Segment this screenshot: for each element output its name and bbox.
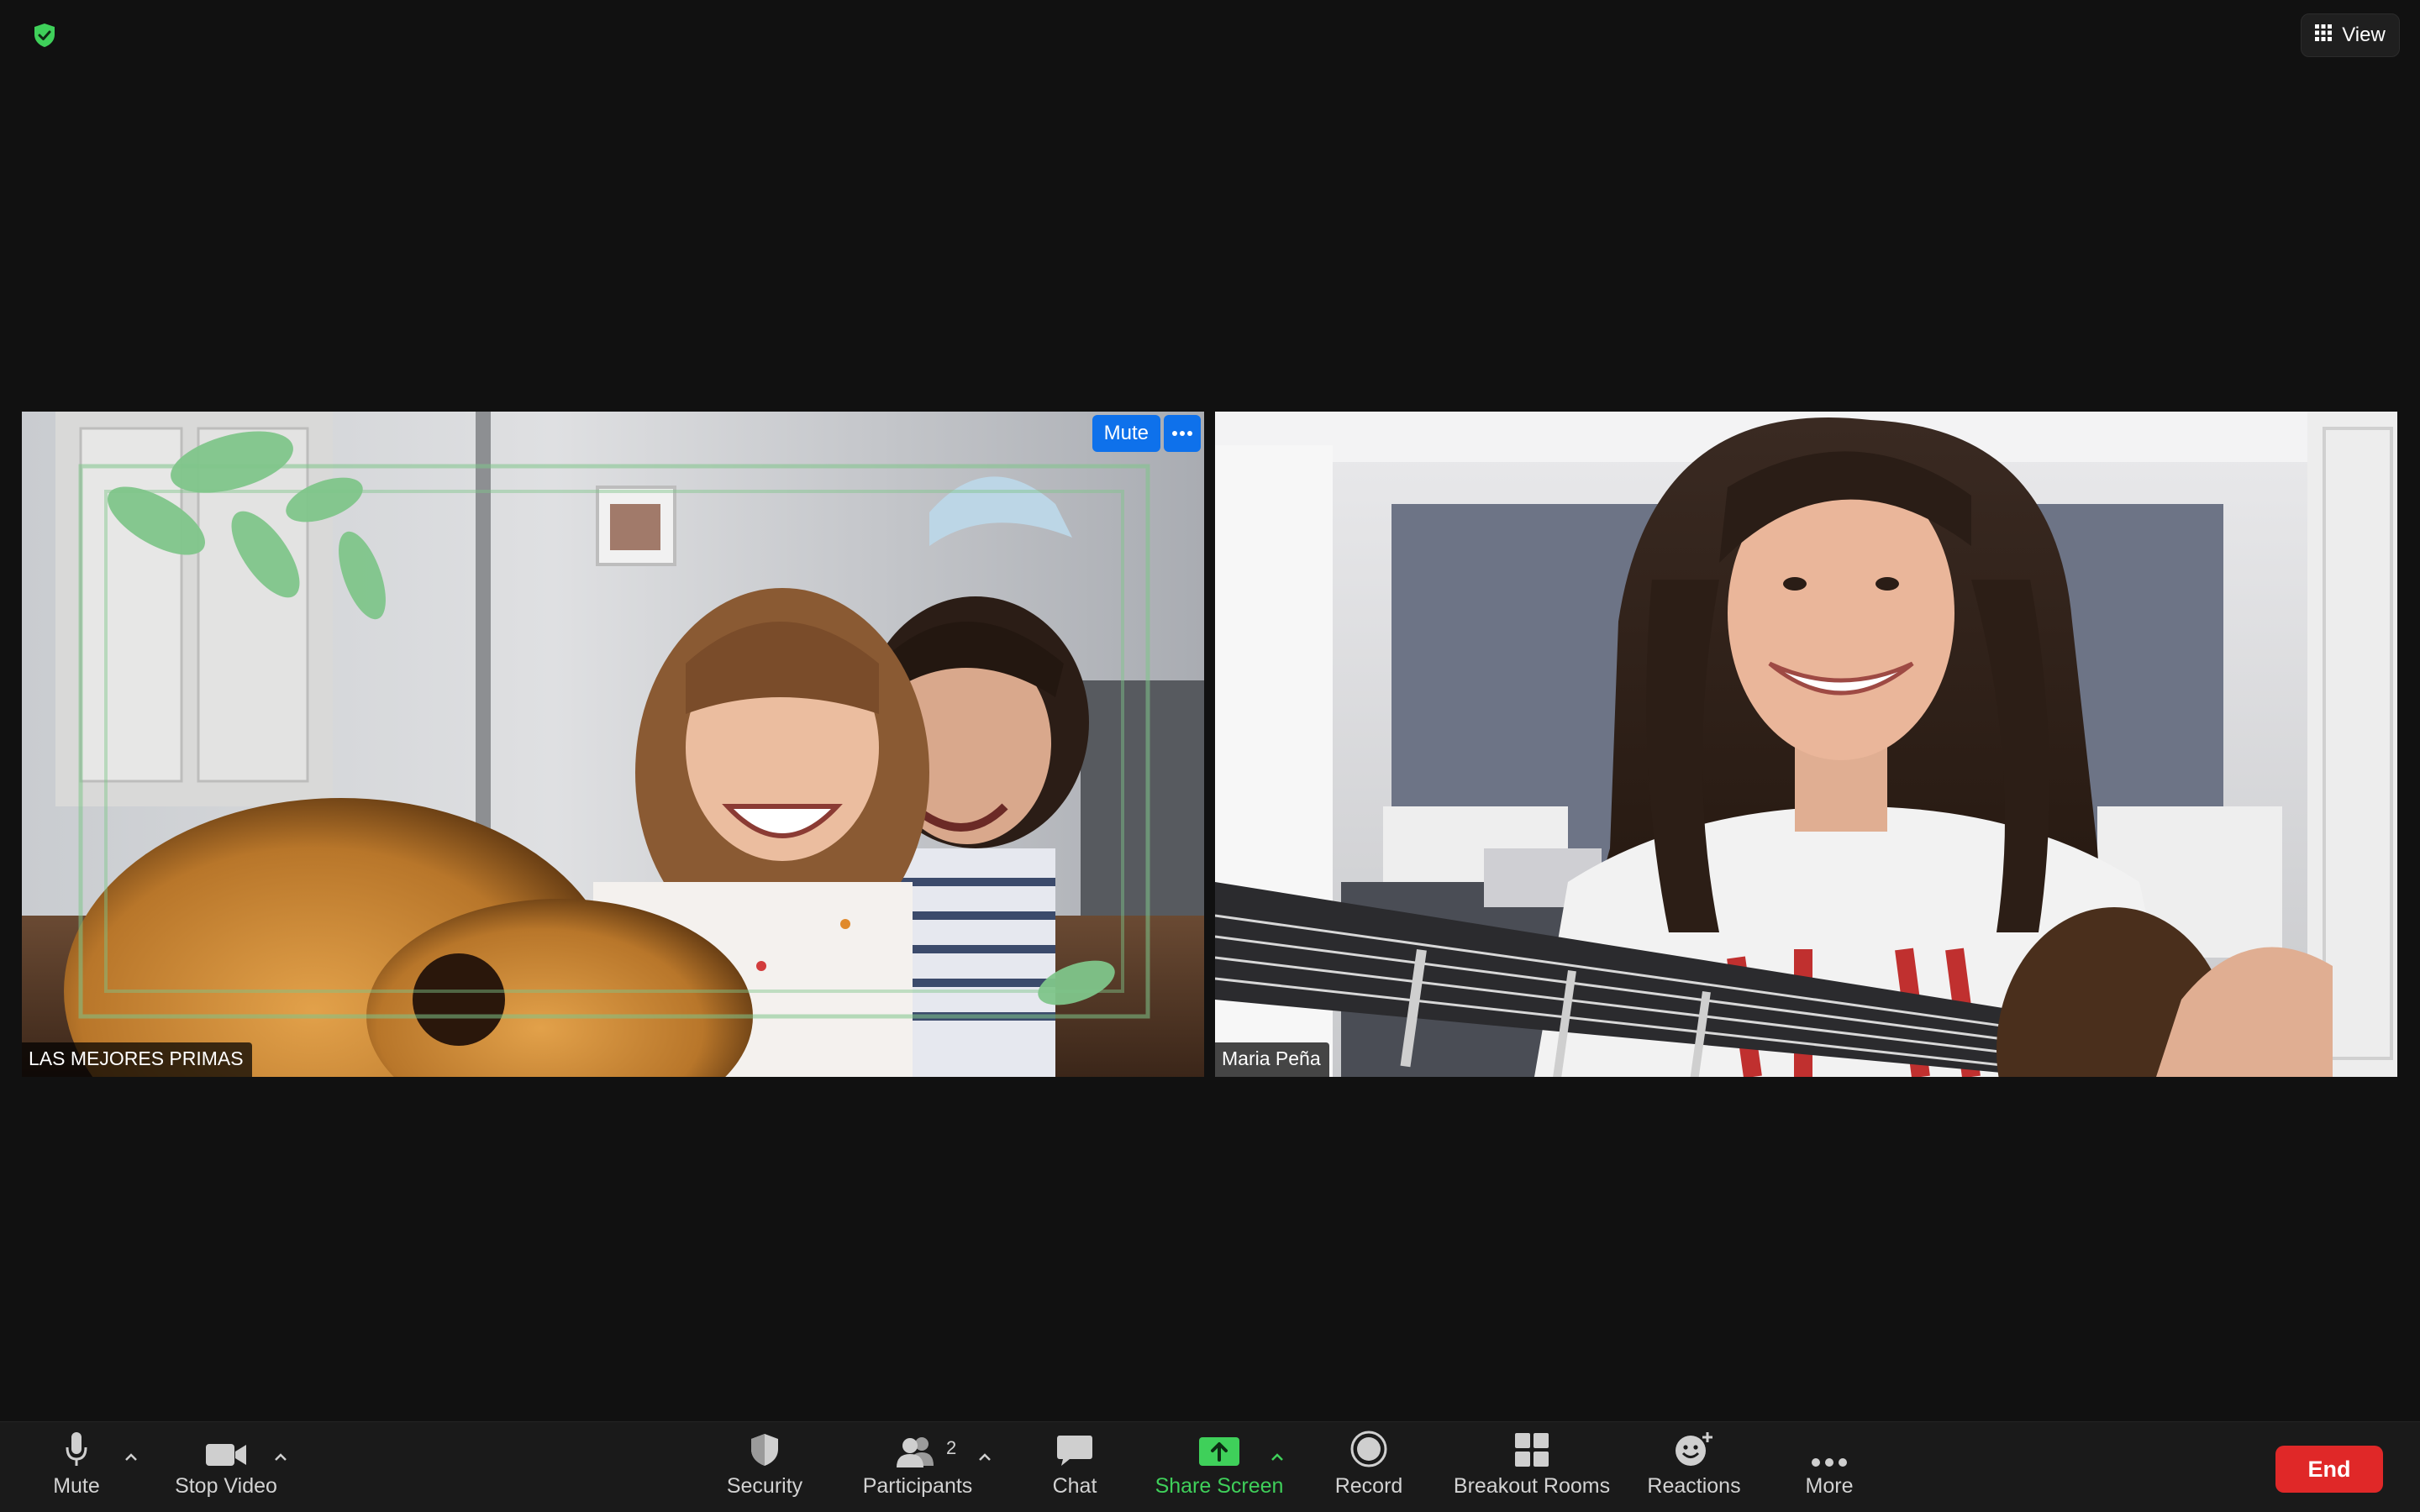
video-tile-maria-pena[interactable]: Maria Peña xyxy=(1215,412,2397,1077)
end-meeting-button[interactable]: End xyxy=(2275,1446,2383,1493)
chat-label: Chat xyxy=(1052,1474,1097,1498)
security-button[interactable]: Security xyxy=(723,1422,807,1512)
caret-up-icon xyxy=(125,1453,137,1461)
tile-more-button[interactable] xyxy=(1164,415,1201,452)
mute-button[interactable]: Mute xyxy=(39,1422,114,1512)
video-tile-las-mejores-primas[interactable]: Mute LAS MEJORES PRIMAS xyxy=(22,412,1204,1077)
participant-name-label: LAS MEJORES PRIMAS xyxy=(22,1042,252,1077)
stop-video-label: Stop Video xyxy=(175,1474,277,1498)
record-button[interactable]: Record xyxy=(1331,1422,1407,1512)
chat-button[interactable]: Chat xyxy=(1037,1422,1113,1512)
audio-options-caret[interactable] xyxy=(121,1447,141,1467)
video-options-caret[interactable] xyxy=(271,1447,291,1467)
grid-icon xyxy=(2315,24,2333,47)
participants-count-badge: 2 xyxy=(946,1437,957,1458)
stop-video-button[interactable]: Stop Video xyxy=(165,1422,287,1512)
caret-up-icon xyxy=(979,1453,991,1461)
more-button[interactable]: More xyxy=(1791,1422,1867,1512)
participant-name-label: Maria Peña xyxy=(1215,1042,1329,1077)
reactions-label: Reactions xyxy=(1647,1474,1741,1498)
more-label: More xyxy=(1805,1474,1854,1498)
participant-video-feed xyxy=(1215,412,2397,1077)
breakout-rooms-icon xyxy=(1514,1422,1549,1474)
view-button[interactable]: View xyxy=(2301,13,2400,57)
meeting-toolbar: Mute Stop Video Security Participants 2 … xyxy=(0,1421,2420,1512)
shield-icon xyxy=(749,1422,781,1474)
microphone-icon xyxy=(66,1422,87,1474)
mute-label: Mute xyxy=(53,1474,100,1498)
chat-bubble-icon xyxy=(1056,1422,1093,1474)
reactions-icon xyxy=(1674,1422,1714,1474)
caret-up-icon xyxy=(1271,1453,1283,1461)
tile-mute-button[interactable]: Mute xyxy=(1092,415,1160,452)
share-screen-icon xyxy=(1198,1422,1240,1474)
share-screen-label: Share Screen xyxy=(1155,1474,1284,1498)
participants-label: Participants xyxy=(862,1474,973,1498)
more-dots-icon xyxy=(1172,426,1192,441)
participant-video-feed xyxy=(22,412,1204,1077)
record-icon xyxy=(1350,1422,1387,1474)
zoom-meeting-window: View Mute LAS MEJORES PRIMAS Maria Peña … xyxy=(0,0,2420,1512)
participants-icon xyxy=(895,1422,940,1474)
video-camera-icon xyxy=(205,1422,247,1474)
view-label: View xyxy=(2342,24,2386,46)
encryption-shield-icon[interactable] xyxy=(25,18,64,52)
caret-up-icon xyxy=(275,1453,287,1461)
more-dots-icon xyxy=(1811,1422,1848,1474)
participants-options-caret[interactable] xyxy=(975,1447,995,1467)
tile-controls: Mute xyxy=(1092,415,1201,452)
breakout-rooms-button[interactable]: Breakout Rooms xyxy=(1452,1422,1612,1512)
breakout-rooms-label: Breakout Rooms xyxy=(1453,1474,1611,1498)
reactions-button[interactable]: Reactions xyxy=(1644,1422,1744,1512)
share-screen-options-caret[interactable] xyxy=(1267,1447,1287,1467)
security-label: Security xyxy=(726,1474,803,1498)
participants-button[interactable]: Participants xyxy=(859,1422,976,1512)
record-label: Record xyxy=(1334,1474,1403,1498)
